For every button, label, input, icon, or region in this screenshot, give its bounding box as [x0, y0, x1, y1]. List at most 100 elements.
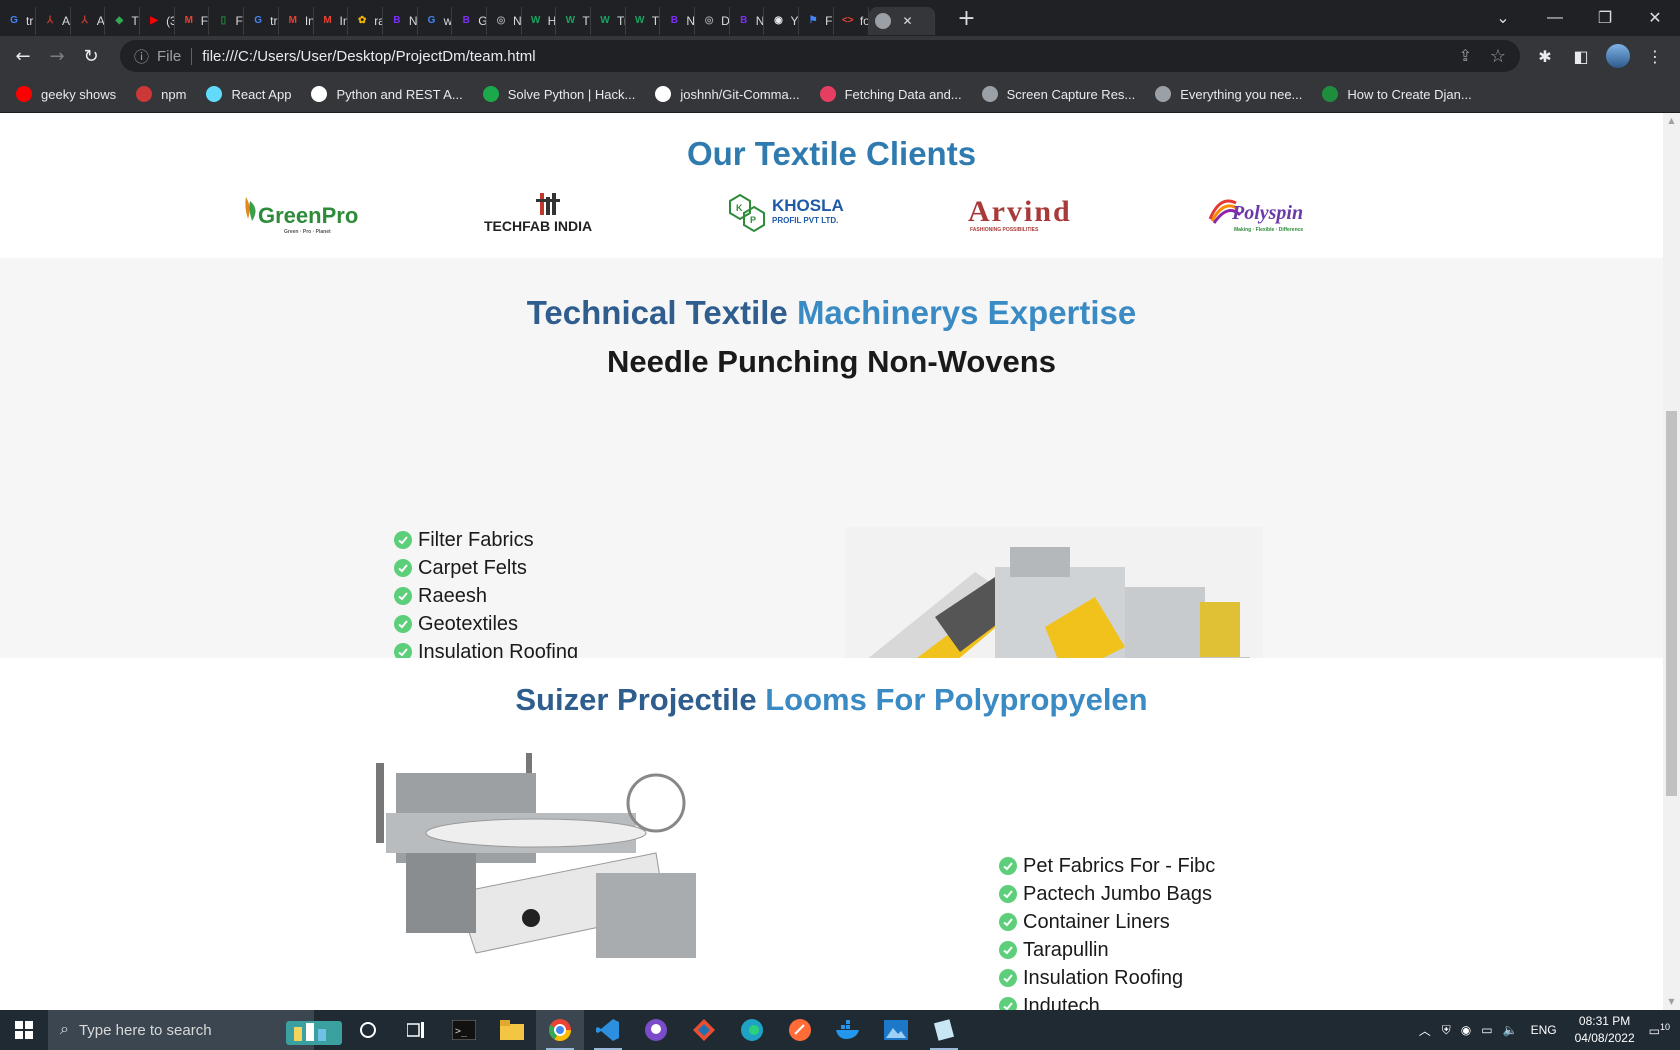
tab-close-icon[interactable]: ✕	[903, 14, 913, 28]
close-window-button[interactable]: ✕	[1630, 0, 1680, 36]
bookmark-item[interactable]: Screen Capture Res...	[981, 86, 1135, 102]
vscode-app-icon[interactable]	[584, 1010, 632, 1050]
webcam-icon[interactable]: ◉	[1461, 1023, 1471, 1037]
browser-tab[interactable]: ▶ (3	[140, 7, 175, 35]
minimize-button[interactable]: —	[1530, 0, 1580, 36]
check-circle-icon	[394, 531, 412, 549]
network-icon[interactable]: ▭	[1481, 1023, 1492, 1037]
tab-favicon-icon: W	[634, 15, 645, 26]
browser-tab[interactable]: ▯ Fr	[209, 7, 245, 35]
github-desktop-icon[interactable]	[632, 1010, 680, 1050]
browser-tab[interactable]: Gtr	[0, 7, 36, 35]
notepad-app-icon[interactable]	[920, 1010, 968, 1050]
browser-tab[interactable]: ⅄ Ai	[36, 7, 71, 35]
browser-tab[interactable]: ◎ D	[695, 7, 730, 35]
browser-tab[interactable]: M In	[279, 7, 314, 35]
list-item: Geotextiles	[394, 610, 578, 638]
bookmark-item[interactable]: npm	[136, 86, 186, 102]
check-circle-icon	[394, 587, 412, 605]
volume-icon[interactable]: 🔈	[1503, 1023, 1518, 1037]
postman-app-icon[interactable]	[776, 1010, 824, 1050]
tab-search-icon[interactable]: ⌄	[1478, 0, 1528, 36]
new-tab-button[interactable]: +	[955, 6, 979, 31]
edge-app-icon[interactable]	[728, 1010, 776, 1050]
browser-tab[interactable]: W Tr	[626, 7, 661, 35]
info-icon[interactable]: ⓘ	[134, 46, 149, 67]
taskbar-search-box[interactable]: ⌕ Type here to search	[48, 1010, 314, 1050]
tray-chevron-icon[interactable]: ︿	[1419, 1022, 1431, 1039]
browser-tab[interactable]: <> fo	[834, 7, 869, 35]
list-item-text: Filter Fabrics	[418, 528, 534, 551]
bookmark-item[interactable]: geeky shows	[16, 86, 116, 102]
forward-icon[interactable]: →	[40, 46, 74, 67]
browser-tab[interactable]: Gw	[418, 7, 453, 35]
bookmark-item[interactable]: Python and REST A...	[311, 86, 463, 102]
browser-tab[interactable]: ◉ Yo	[764, 7, 800, 35]
bookmark-item[interactable]: Solve Python | Hack...	[482, 86, 635, 102]
language-indicator[interactable]: ENG	[1531, 1023, 1557, 1037]
extensions-icon[interactable]: ✱	[1534, 47, 1556, 66]
start-button[interactable]	[0, 1010, 48, 1050]
list-item-text: Insulation Roofing	[1023, 966, 1184, 989]
share-icon[interactable]: ⇪	[1459, 46, 1472, 66]
page-scrollbar[interactable]: ▲ ▼	[1663, 113, 1680, 1010]
tab-title: H	[547, 14, 557, 28]
address-bar[interactable]: ⓘ File file:///C:/Users/User/Desktop/Pro…	[120, 40, 1520, 72]
security-icon[interactable]: ⛨	[1442, 1023, 1451, 1038]
bookmark-item[interactable]: joshnh/Git-Comma...	[655, 86, 800, 102]
tab-title: N	[512, 14, 522, 28]
reload-icon[interactable]: ↻	[74, 46, 108, 67]
client-logo-arvind: Arvind FASHIONING POSSIBILITIES	[966, 189, 1096, 237]
clock[interactable]: 08:31 PM 04/08/2022	[1575, 1013, 1635, 1047]
search-highlight-icon[interactable]	[284, 1010, 344, 1050]
tab-favicon-icon: B	[462, 15, 470, 26]
bookmark-item[interactable]: Fetching Data and...	[819, 86, 962, 102]
bookmark-item[interactable]: How to Create Djan...	[1322, 86, 1472, 102]
terminal-app-icon[interactable]: >_	[440, 1010, 488, 1050]
scroll-up-icon[interactable]: ▲	[1663, 113, 1680, 129]
looms-title: Suizer Projectile Looms For Polypropyele…	[515, 682, 1148, 717]
side-panel-icon[interactable]: ◧	[1570, 47, 1592, 66]
list-item: Carpet Felts	[394, 554, 578, 582]
bookmark-item[interactable]: Everything you nee...	[1155, 86, 1302, 102]
scrollbar-thumb[interactable]	[1666, 411, 1677, 796]
browser-tab[interactable]: ⚑ Fo	[799, 7, 834, 35]
url-text[interactable]: file:///C:/Users/User/Desktop/ProjectDm/…	[202, 48, 535, 65]
task-view-icon[interactable]	[392, 1010, 440, 1050]
photos-app-icon[interactable]	[872, 1010, 920, 1050]
clients-title: Our Textile Clients	[686, 135, 977, 172]
bookmark-item[interactable]: React App	[206, 86, 291, 102]
git-app-icon[interactable]	[680, 1010, 728, 1050]
tab-title: A	[96, 14, 105, 28]
scroll-down-icon[interactable]: ▼	[1663, 994, 1680, 1010]
back-icon[interactable]: ←	[6, 46, 40, 67]
tab-title: N	[755, 14, 765, 28]
browser-tab[interactable]: W Tr	[556, 7, 591, 35]
browser-tab[interactable]: M In	[314, 7, 349, 35]
menu-icon[interactable]: ⋮	[1644, 47, 1666, 66]
browser-tab[interactable]: M Fr	[175, 7, 210, 35]
docker-app-icon[interactable]	[824, 1010, 872, 1050]
browser-tab[interactable]: ◆ Th	[105, 7, 141, 35]
browser-tab[interactable]: W Tr	[591, 7, 626, 35]
browser-tab[interactable]: ✿ ra	[348, 7, 383, 35]
chrome-app-icon[interactable]	[536, 1010, 584, 1050]
file-explorer-icon[interactable]	[488, 1010, 536, 1050]
active-browser-tab[interactable]: ✕	[868, 7, 935, 35]
tab-favicon-icon: M	[184, 15, 193, 26]
browser-tab[interactable]: BN	[660, 7, 696, 35]
bookmark-star-icon[interactable]: ☆	[1490, 46, 1506, 67]
browser-tab[interactable]: ◎ N	[487, 7, 522, 35]
bookmark-favicon-icon	[16, 86, 32, 102]
check-circle-icon	[999, 969, 1017, 987]
browser-tab[interactable]: Gtr	[244, 7, 279, 35]
browser-tab[interactable]: BG	[452, 7, 487, 35]
restore-button[interactable]: ❐	[1580, 0, 1630, 36]
profile-avatar[interactable]	[1606, 44, 1630, 68]
browser-tab[interactable]: BN	[730, 7, 765, 35]
browser-tab[interactable]: WH	[522, 7, 557, 35]
browser-tab[interactable]: BN	[383, 7, 418, 35]
browser-tab[interactable]: ⅄ A	[71, 7, 106, 35]
notifications-icon[interactable]: ▭10	[1649, 1022, 1670, 1038]
cortana-icon[interactable]	[344, 1010, 392, 1050]
